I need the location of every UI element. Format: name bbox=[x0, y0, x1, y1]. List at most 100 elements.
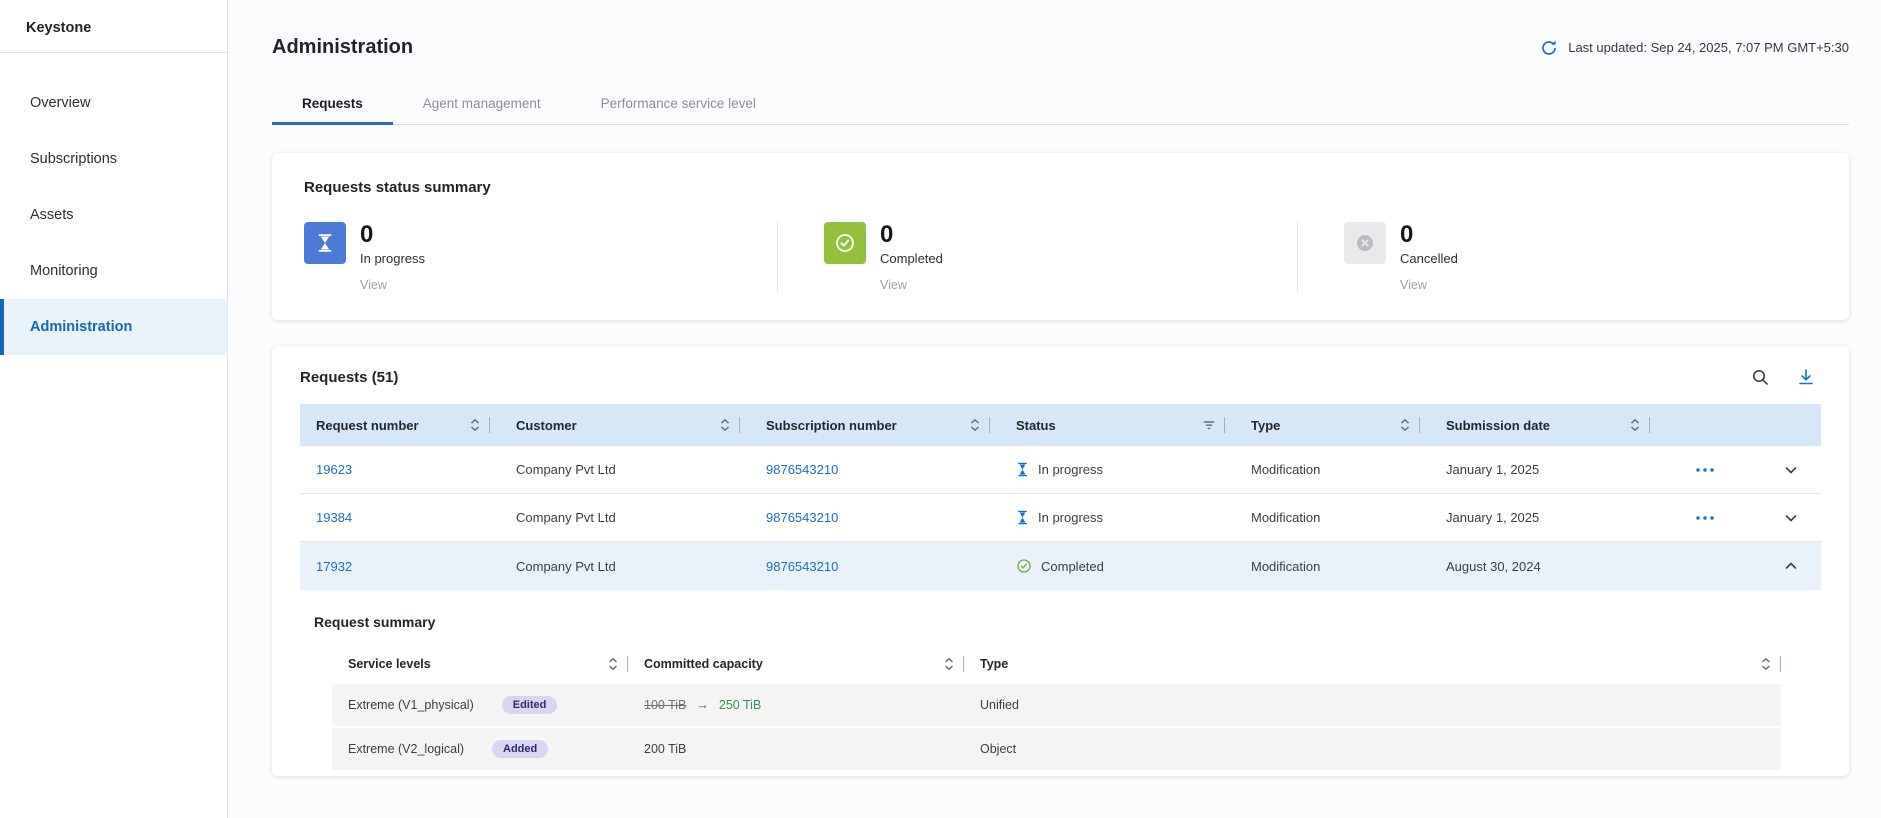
requests-count-title: Requests (51) bbox=[300, 369, 398, 386]
last-updated: Last updated: Sep 24, 2025, 7:07 PM GMT+… bbox=[1540, 39, 1849, 57]
status-badge-added: Added bbox=[492, 740, 548, 758]
tab-requests[interactable]: Requests bbox=[272, 85, 393, 125]
column-header-customer[interactable]: Customer bbox=[500, 404, 750, 446]
sort-icon bbox=[1399, 418, 1411, 432]
type-cell: Modification bbox=[1251, 510, 1320, 525]
requests-table-header: Request number Customer Subscription num… bbox=[300, 404, 1821, 446]
requests-table: Request number Customer Subscription num… bbox=[300, 404, 1821, 770]
customer-cell: Company Pvt Ltd bbox=[516, 510, 616, 525]
column-header-submission-date[interactable]: Submission date bbox=[1430, 404, 1660, 446]
column-header-subscription-number[interactable]: Subscription number bbox=[750, 404, 1000, 446]
sidebar: Keystone Overview Subscriptions Assets M… bbox=[0, 0, 228, 818]
capacity-cell: 200 TiB bbox=[644, 742, 686, 756]
summary-type-cell: Unified bbox=[980, 698, 1019, 712]
last-updated-text: Last updated: Sep 24, 2025, 7:07 PM GMT+… bbox=[1568, 40, 1849, 55]
request-summary-header: Service levels Committed capacity Type bbox=[332, 646, 1781, 682]
column-header-summary-type[interactable]: Type bbox=[964, 646, 1781, 682]
check-circle-icon bbox=[824, 222, 866, 264]
requests-status-summary-card: Requests status summary 0 In progress Vi… bbox=[272, 153, 1849, 320]
request-summary-table: Service levels Committed capacity Type bbox=[332, 646, 1781, 770]
type-cell: Modification bbox=[1251, 462, 1320, 477]
completed-label: Completed bbox=[880, 251, 943, 266]
sidebar-item-monitoring[interactable]: Monitoring bbox=[0, 243, 227, 299]
cancelled-view-link[interactable]: View bbox=[1400, 278, 1458, 292]
completed-view-link[interactable]: View bbox=[880, 278, 943, 292]
sidebar-nav: Overview Subscriptions Assets Monitoring… bbox=[0, 53, 227, 355]
tab-bar: Requests Agent management Performance se… bbox=[272, 85, 1849, 125]
more-options-icon[interactable] bbox=[1695, 515, 1715, 521]
sidebar-item-assets[interactable]: Assets bbox=[0, 187, 227, 243]
sidebar-item-administration[interactable]: Administration bbox=[0, 299, 227, 355]
subscription-number-link[interactable]: 9876543210 bbox=[766, 510, 838, 525]
arrow-right-icon: → bbox=[696, 698, 709, 712]
summary-row: Extreme (V2_logical) Added 200 TiB Objec… bbox=[332, 728, 1781, 770]
brand-keystone: Keystone bbox=[0, 0, 227, 53]
sort-icon bbox=[969, 418, 981, 432]
tile-in-progress: 0 In progress View bbox=[304, 222, 777, 292]
in-progress-count: 0 bbox=[360, 222, 425, 247]
in-progress-view-link[interactable]: View bbox=[360, 278, 425, 292]
status-cell: In progress bbox=[1038, 462, 1103, 477]
download-icon[interactable] bbox=[1797, 368, 1815, 386]
table-row-expanded: 17932 Company Pvt Ltd 9876543210 Complet… bbox=[300, 542, 1821, 590]
column-header-request-number[interactable]: Request number bbox=[300, 404, 500, 446]
request-summary-panel: Request summary Service levels Committed… bbox=[300, 590, 1821, 770]
chevron-down-icon[interactable] bbox=[1783, 462, 1799, 478]
sort-icon bbox=[607, 657, 619, 671]
status-badge-edited: Edited bbox=[502, 696, 558, 714]
subscription-number-link[interactable]: 9876543210 bbox=[766, 462, 838, 477]
request-summary-title: Request summary bbox=[314, 614, 1821, 630]
refresh-icon[interactable] bbox=[1540, 39, 1558, 57]
sort-icon bbox=[1760, 657, 1772, 671]
request-number-link[interactable]: 19384 bbox=[316, 510, 352, 525]
completed-count: 0 bbox=[880, 222, 943, 247]
column-header-actions bbox=[1660, 404, 1750, 446]
requests-card: Requests (51) Request number Customer bbox=[272, 346, 1849, 776]
summary-card-title: Requests status summary bbox=[304, 179, 1817, 196]
sidebar-item-overview[interactable]: Overview bbox=[0, 75, 227, 131]
customer-cell: Company Pvt Ltd bbox=[516, 462, 616, 477]
chevron-up-icon[interactable] bbox=[1783, 558, 1799, 574]
tab-performance-service-level[interactable]: Performance service level bbox=[571, 85, 786, 125]
more-options-icon[interactable] bbox=[1695, 467, 1715, 473]
service-level-cell: Extreme (V2_logical) bbox=[348, 742, 464, 756]
request-number-link[interactable]: 19623 bbox=[316, 462, 352, 477]
capacity-old-value: 100 TiB bbox=[644, 698, 686, 712]
table-row: 19384 Company Pvt Ltd 9876543210 In prog… bbox=[300, 494, 1821, 542]
sidebar-item-subscriptions[interactable]: Subscriptions bbox=[0, 131, 227, 187]
status-cell: Completed bbox=[1041, 559, 1104, 574]
request-number-link[interactable]: 17932 bbox=[316, 559, 352, 574]
capacity-new-value: 250 TiB bbox=[719, 698, 761, 712]
service-level-cell: Extreme (V1_physical) bbox=[348, 698, 474, 712]
filter-icon bbox=[1202, 418, 1216, 432]
summary-type-cell: Object bbox=[980, 742, 1016, 756]
hourglass-icon bbox=[1016, 510, 1029, 525]
hourglass-icon bbox=[304, 222, 346, 264]
status-tiles: 0 In progress View 0 Completed View bbox=[304, 222, 1817, 292]
topbar: Administration Last updated: Sep 24, 202… bbox=[272, 0, 1849, 59]
column-header-service-levels[interactable]: Service levels bbox=[332, 646, 628, 682]
tile-completed: 0 Completed View bbox=[777, 222, 1297, 292]
search-icon[interactable] bbox=[1751, 368, 1769, 386]
summary-row: Extreme (V1_physical) Edited 100 TiB → 2… bbox=[332, 684, 1781, 726]
type-cell: Modification bbox=[1251, 559, 1320, 574]
page-title: Administration bbox=[272, 36, 413, 59]
table-row: 19623 Company Pvt Ltd 9876543210 In prog… bbox=[300, 446, 1821, 494]
column-header-committed-capacity[interactable]: Committed capacity bbox=[628, 646, 964, 682]
sort-icon bbox=[943, 657, 955, 671]
sort-icon bbox=[469, 418, 481, 432]
column-header-type[interactable]: Type bbox=[1235, 404, 1430, 446]
subscription-number-link[interactable]: 9876543210 bbox=[766, 559, 838, 574]
tile-cancelled: 0 Cancelled View bbox=[1297, 222, 1817, 292]
check-circle-icon bbox=[1016, 558, 1032, 574]
cancelled-count: 0 bbox=[1400, 222, 1458, 247]
submission-date-cell: January 1, 2025 bbox=[1446, 510, 1539, 525]
tab-agent-management[interactable]: Agent management bbox=[393, 85, 571, 125]
cancelled-label: Cancelled bbox=[1400, 251, 1458, 266]
in-progress-label: In progress bbox=[360, 251, 425, 266]
chevron-down-icon[interactable] bbox=[1783, 510, 1799, 526]
submission-date-cell: August 30, 2024 bbox=[1446, 559, 1541, 574]
main-content: Administration Last updated: Sep 24, 202… bbox=[228, 0, 1881, 818]
column-header-status[interactable]: Status bbox=[1000, 404, 1235, 446]
customer-cell: Company Pvt Ltd bbox=[516, 559, 616, 574]
